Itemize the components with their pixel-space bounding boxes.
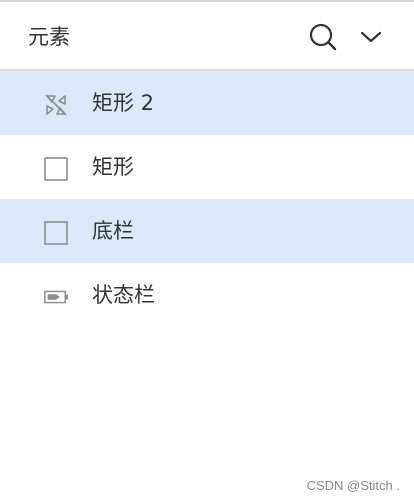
layer-label: 底栏: [92, 219, 134, 243]
layer-label: 状态栏: [92, 283, 155, 307]
layer-label: 矩形: [92, 155, 134, 179]
battery-icon: [43, 284, 69, 310]
watermark: CSDN @Stitch .: [306, 478, 400, 493]
layer-item-bottom-bar[interactable]: 底栏: [0, 199, 414, 263]
dropdown-button[interactable]: [352, 20, 390, 54]
layer-item-rectangle[interactable]: 矩形: [0, 135, 414, 199]
rectangle-icon: [43, 220, 69, 246]
rectangle-icon: [43, 156, 69, 182]
layer-item-rectangle-2[interactable]: 矩形 2: [0, 71, 414, 135]
layer-item-status-bar[interactable]: 状态栏: [0, 263, 414, 327]
layer-label: 矩形 2: [92, 91, 155, 115]
panel-title: 元素: [28, 25, 70, 49]
panel-header: 元素: [0, 0, 414, 71]
elements-panel: 元素 矩形 2 矩形 底栏 状态栏 CSDN @Stitch .: [0, 0, 414, 500]
hidden-shape-icon: [43, 92, 69, 118]
chevron-down-icon: [360, 31, 382, 43]
search-button[interactable]: [304, 20, 342, 54]
search-icon: [309, 23, 337, 51]
layer-list: 矩形 2 矩形 底栏 状态栏: [0, 71, 414, 327]
